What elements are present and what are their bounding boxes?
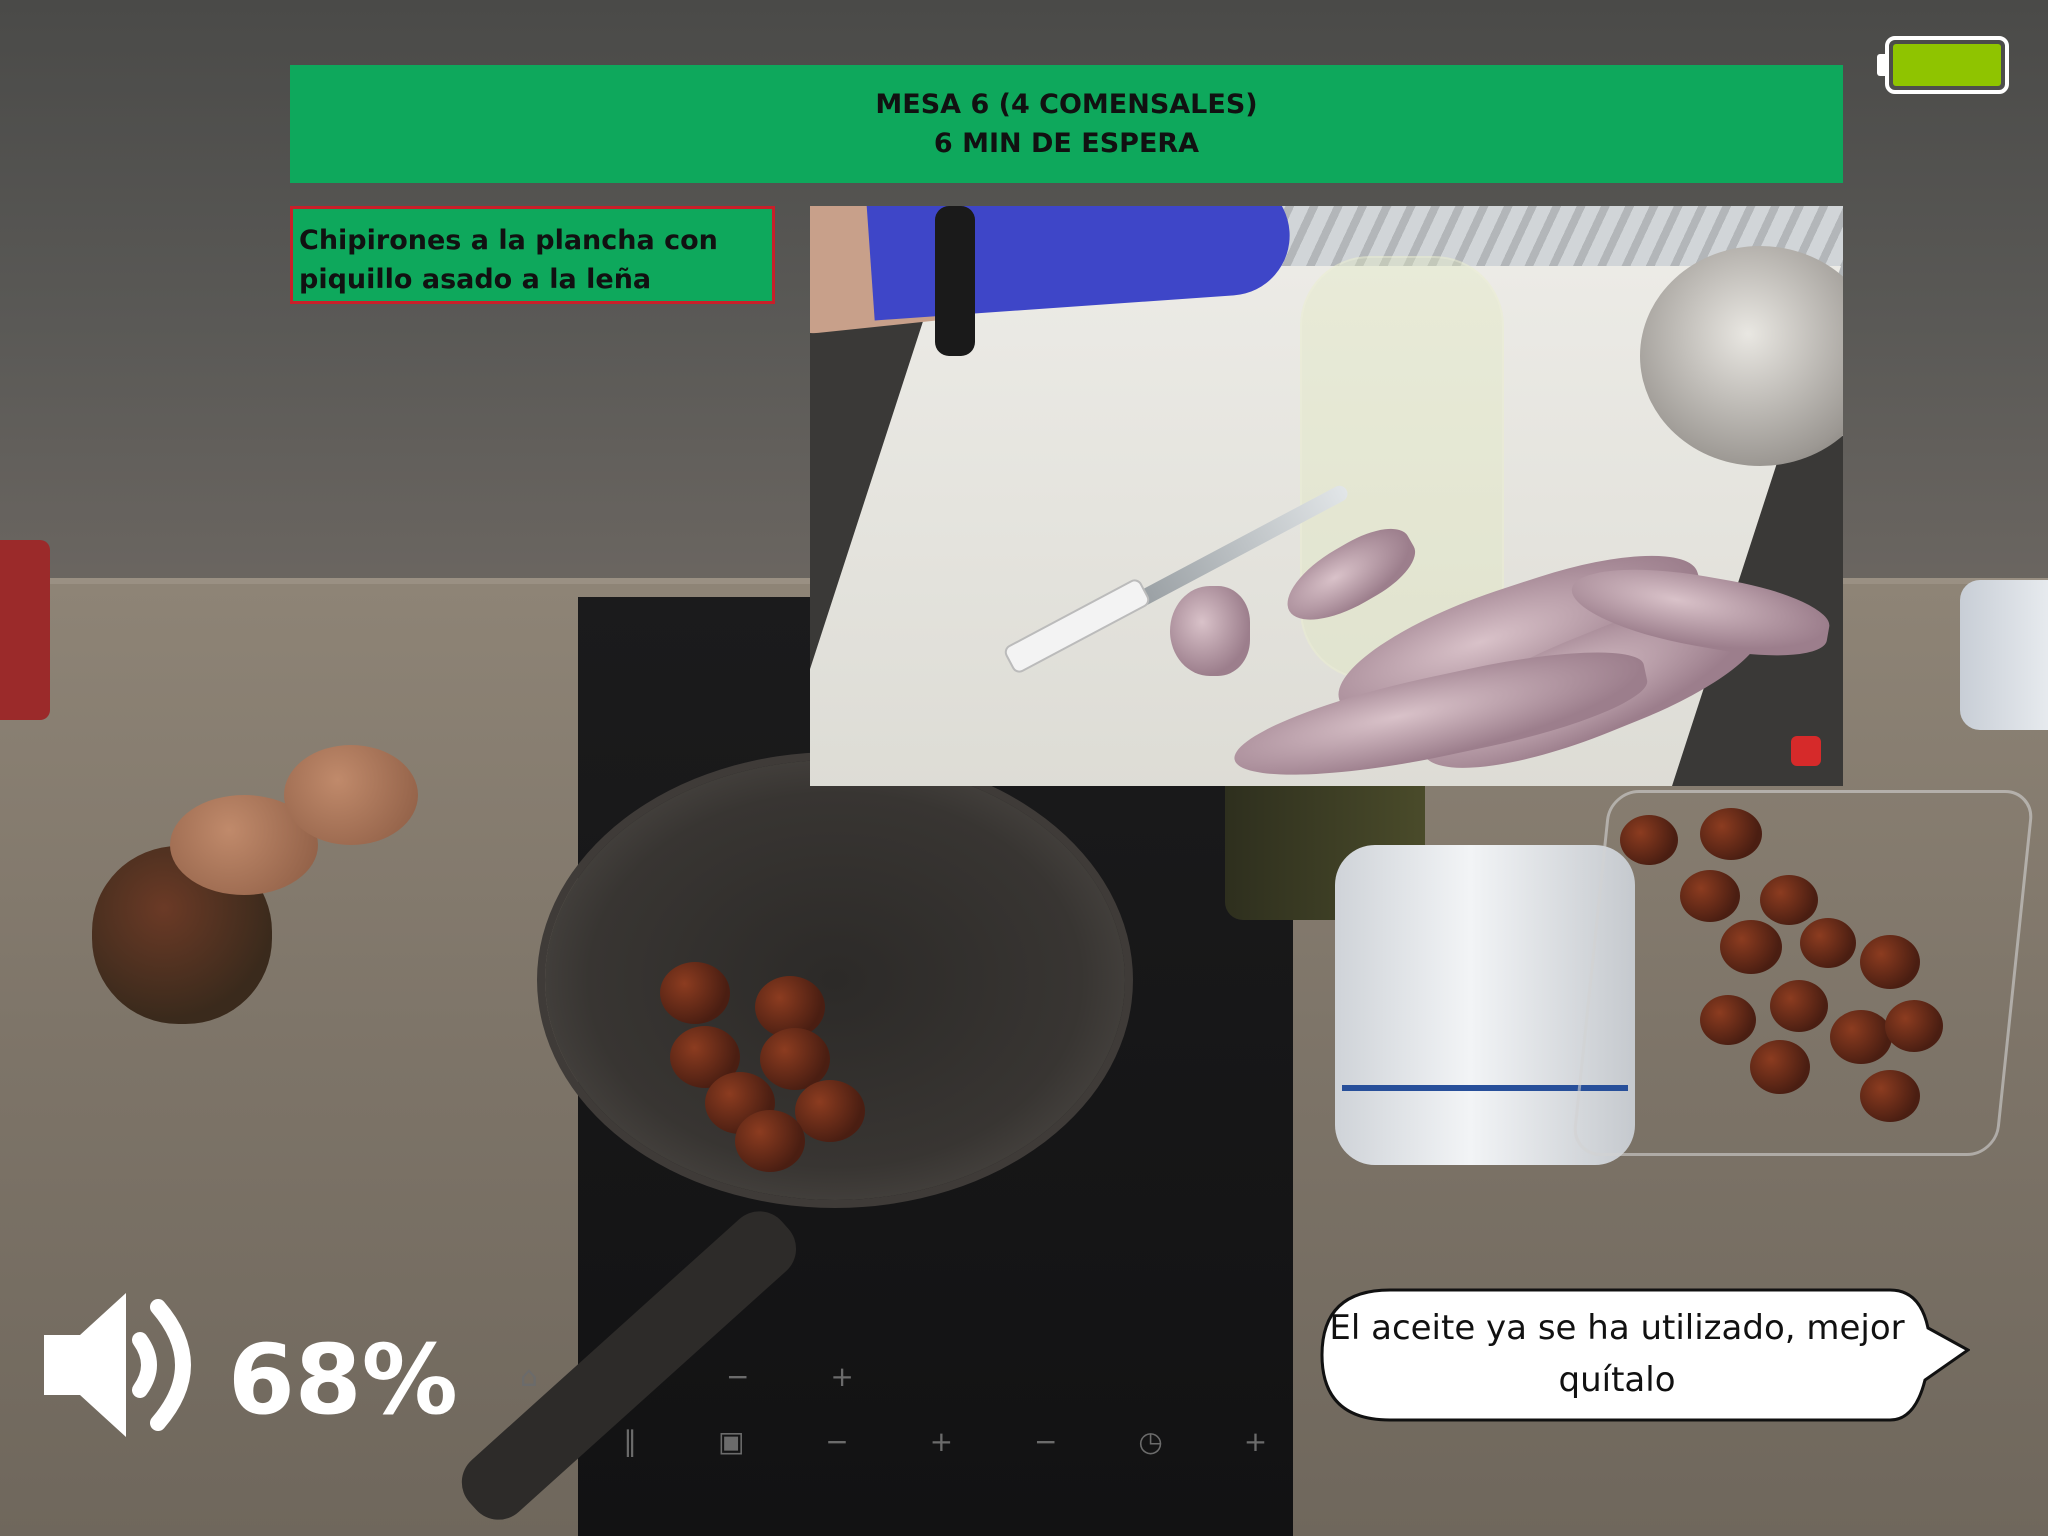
- cherry-tomato: [1620, 815, 1678, 865]
- cherry-tomato: [1800, 918, 1856, 968]
- cherry-tomato: [1700, 808, 1762, 860]
- volume-level: 68%: [228, 1324, 458, 1436]
- cherry-tomato: [1860, 1070, 1920, 1122]
- cherry-tomato: [1770, 980, 1828, 1032]
- cherry-tomato: [1680, 870, 1740, 922]
- wait-time: 6 MIN DE ESPERA: [933, 128, 1200, 159]
- cherry-tomato: [1860, 935, 1920, 989]
- cooktop-controls-row2: ⏻ ∥ ▣ − + − ◷ +: [520, 1425, 1304, 1458]
- cherry-tomato: [1720, 920, 1782, 974]
- video-preview[interactable]: [810, 206, 1843, 786]
- battery-icon: [1877, 36, 2009, 94]
- table-info: MESA 6 (4 COMENSALES): [875, 89, 1258, 120]
- cherry-tomato: [735, 1110, 805, 1172]
- cherry-tomato: [795, 1080, 865, 1142]
- cherry-tomato: [1830, 1010, 1892, 1064]
- cherry-tomato: [1885, 1000, 1943, 1052]
- dish-name-card[interactable]: Chipirones a la plancha con piquillo asa…: [290, 206, 775, 304]
- red-container: [0, 540, 50, 720]
- egg: [284, 745, 418, 845]
- video-play-icon[interactable]: [1791, 736, 1821, 766]
- cup: [1960, 580, 2048, 730]
- assistant-message: El aceite ya se ha utilizado, mejor quít…: [1329, 1308, 1905, 1400]
- speaker-icon[interactable]: [40, 1285, 215, 1445]
- cherry-tomato: [1700, 995, 1756, 1045]
- dish-name: Chipirones a la plancha con piquillo asa…: [299, 225, 718, 295]
- cherry-tomato: [660, 962, 730, 1024]
- video-squid: [1170, 586, 1250, 676]
- cherry-tomato: [1750, 1040, 1810, 1094]
- cherry-tomato: [1760, 875, 1818, 925]
- video-watch: [935, 206, 975, 356]
- table-order-header: MESA 6 (4 COMENSALES) 6 MIN DE ESPERA: [290, 65, 1843, 183]
